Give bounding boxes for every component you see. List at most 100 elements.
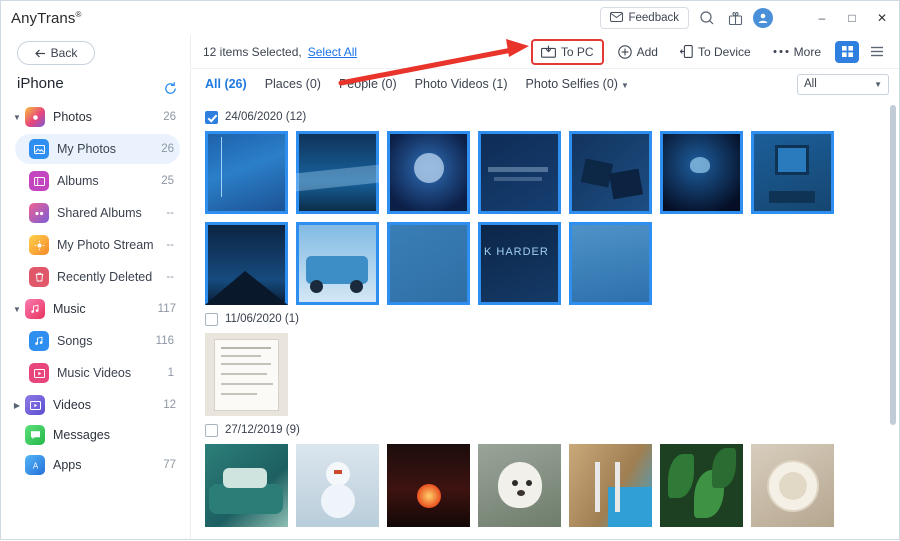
- tab-photo-selfies[interactable]: Photo Selfies (0) ▼: [526, 77, 629, 91]
- sidebar-item-count: 26: [161, 143, 174, 155]
- sidebar-group-label: Music: [53, 302, 86, 316]
- sidebar-group-count: 117: [157, 303, 176, 315]
- photo-pool-ladder[interactable]: [569, 444, 652, 527]
- feedback-label: Feedback: [628, 12, 679, 24]
- sidebar-group-label: Videos: [53, 398, 91, 412]
- back-button[interactable]: Back: [17, 41, 95, 65]
- arrow-left-icon: [34, 49, 46, 58]
- section-checkbox[interactable]: [205, 423, 218, 437]
- sidebar-item-shared-albums[interactable]: Shared Albums --: [15, 198, 180, 228]
- more-dots-icon: [773, 49, 789, 54]
- tab-people[interactable]: People (0): [339, 77, 397, 91]
- apps-icon: A: [25, 455, 45, 475]
- back-row: Back: [1, 37, 190, 71]
- photo-snowman[interactable]: [296, 444, 379, 527]
- sidebar-item-songs[interactable]: Songs 116: [15, 326, 180, 356]
- photo-blue-plain[interactable]: [387, 222, 470, 305]
- photo-work-harder[interactable]: K HARDER: [478, 222, 561, 305]
- sidebar-item-label: Songs: [57, 334, 93, 348]
- sidebar-item-my-photos[interactable]: My Photos 26: [15, 134, 180, 164]
- tab-photo-videos[interactable]: Photo Videos (1): [415, 77, 508, 91]
- photo-sunset-red[interactable]: [387, 444, 470, 527]
- to-device-button[interactable]: To Device: [672, 40, 759, 64]
- music-videos-icon: [29, 363, 49, 383]
- sidebar-item-label: My Photo Stream: [57, 238, 154, 252]
- albums-icon: [29, 171, 49, 191]
- sidebar: Back iPhone ▼ Photos 26 My Photos 26 Alb…: [1, 35, 191, 539]
- tab-all[interactable]: All (26): [205, 77, 247, 91]
- sidebar-item-count: 25: [161, 175, 174, 187]
- sidebar-item-label: Recently Deleted: [57, 270, 153, 284]
- refresh-icon[interactable]: [163, 81, 178, 99]
- sidebar-group-apps[interactable]: A Apps 77: [1, 450, 190, 480]
- photo-stream-icon: [29, 235, 49, 255]
- minimize-button[interactable]: –: [811, 7, 833, 29]
- to-pc-button[interactable]: To PC: [530, 38, 604, 65]
- chevron-down-icon: ▼: [620, 81, 629, 90]
- close-button[interactable]: ✕: [871, 7, 893, 29]
- sidebar-item-albums[interactable]: Albums 25: [15, 166, 180, 196]
- photo-dark-blue-text[interactable]: [478, 131, 561, 214]
- main-panel: 12 items Selected, Select All To PC Add: [191, 35, 899, 539]
- filter-value: All: [804, 78, 817, 90]
- sidebar-group-music[interactable]: ▼ Music 117: [1, 294, 190, 324]
- photo-mountain-night[interactable]: [205, 222, 288, 305]
- photo-plate-table[interactable]: [751, 444, 834, 527]
- photo-green-leaves[interactable]: [660, 444, 743, 527]
- list-view-icon[interactable]: [865, 41, 889, 63]
- photo-rocks[interactable]: [569, 131, 652, 214]
- sidebar-group-count: 26: [163, 111, 176, 123]
- gift-icon[interactable]: [725, 8, 745, 28]
- avatar[interactable]: [753, 8, 773, 28]
- tab-photo-selfies-label: Photo Selfies (0): [525, 77, 618, 91]
- photo-document-scan[interactable]: [205, 333, 288, 416]
- selection-count: 12 items Selected,: [203, 44, 302, 59]
- sidebar-item-count: --: [166, 271, 174, 283]
- photo-gallery[interactable]: 24/06/2020 (12) K HARDER 11/06/2020 (1) …: [191, 99, 899, 539]
- photo-blue-truck[interactable]: [296, 222, 379, 305]
- grid-view-icon[interactable]: [835, 40, 859, 63]
- sidebar-item-music-videos[interactable]: Music Videos 1: [15, 358, 180, 388]
- svg-text:A: A: [32, 461, 38, 470]
- gallery-scrollbar-thumb[interactable]: [890, 105, 896, 425]
- tab-places[interactable]: Places (0): [265, 77, 321, 91]
- section-checkbox[interactable]: [205, 110, 218, 124]
- photo-wall-frame[interactable]: [751, 131, 834, 214]
- sidebar-group-label: Photos: [53, 110, 92, 124]
- shared-albums-icon: [29, 203, 49, 223]
- my-photos-icon: [29, 139, 49, 159]
- sidebar-group-messages[interactable]: Messages: [1, 420, 190, 450]
- section-checkbox[interactable]: [205, 312, 218, 326]
- photo-jellyfish[interactable]: [660, 131, 743, 214]
- section-date: 11/06/2020 (1): [225, 313, 299, 325]
- photo-green-car[interactable]: [205, 444, 288, 527]
- thumbnail-grid: [205, 333, 899, 416]
- select-all-link[interactable]: Select All: [308, 45, 357, 59]
- photo-ocean-wave[interactable]: [296, 131, 379, 214]
- photo-blue-gradient[interactable]: [205, 131, 288, 214]
- sidebar-item-my-photo-stream[interactable]: My Photo Stream --: [15, 230, 180, 260]
- chevron-down-icon[interactable]: chevron-down-icon: [781, 7, 803, 29]
- feedback-button[interactable]: Feedback: [600, 7, 689, 29]
- section-date: 27/12/2019 (9): [225, 424, 300, 436]
- photo-jellyfish-moon[interactable]: [387, 131, 470, 214]
- chevron-down-icon: ▼: [13, 304, 21, 314]
- sidebar-item-recently-deleted[interactable]: Recently Deleted --: [15, 262, 180, 292]
- filter-select[interactable]: All ▼: [797, 73, 889, 95]
- sidebar-group-photos[interactable]: ▼ Photos 26: [1, 102, 190, 132]
- chevron-down-icon: ▼: [874, 79, 882, 89]
- videos-icon: [25, 395, 45, 415]
- add-button[interactable]: Add: [610, 40, 666, 64]
- sidebar-item-count: 116: [155, 335, 174, 347]
- section-header: 24/06/2020 (12): [205, 107, 899, 127]
- photo-white-dog[interactable]: [478, 444, 561, 527]
- more-button[interactable]: More: [765, 40, 829, 64]
- sidebar-group-videos[interactable]: ▶ Videos 12: [1, 390, 190, 420]
- add-icon: [617, 44, 632, 59]
- maximize-button[interactable]: □: [841, 7, 863, 29]
- photo-blue-soft[interactable]: [569, 222, 652, 305]
- search-icon[interactable]: [697, 8, 717, 28]
- add-label: Add: [636, 44, 658, 59]
- title-bar-actions: Feedback chevron-down-icon – □ ✕: [600, 7, 893, 29]
- sidebar-item-label: Music Videos: [57, 366, 132, 380]
